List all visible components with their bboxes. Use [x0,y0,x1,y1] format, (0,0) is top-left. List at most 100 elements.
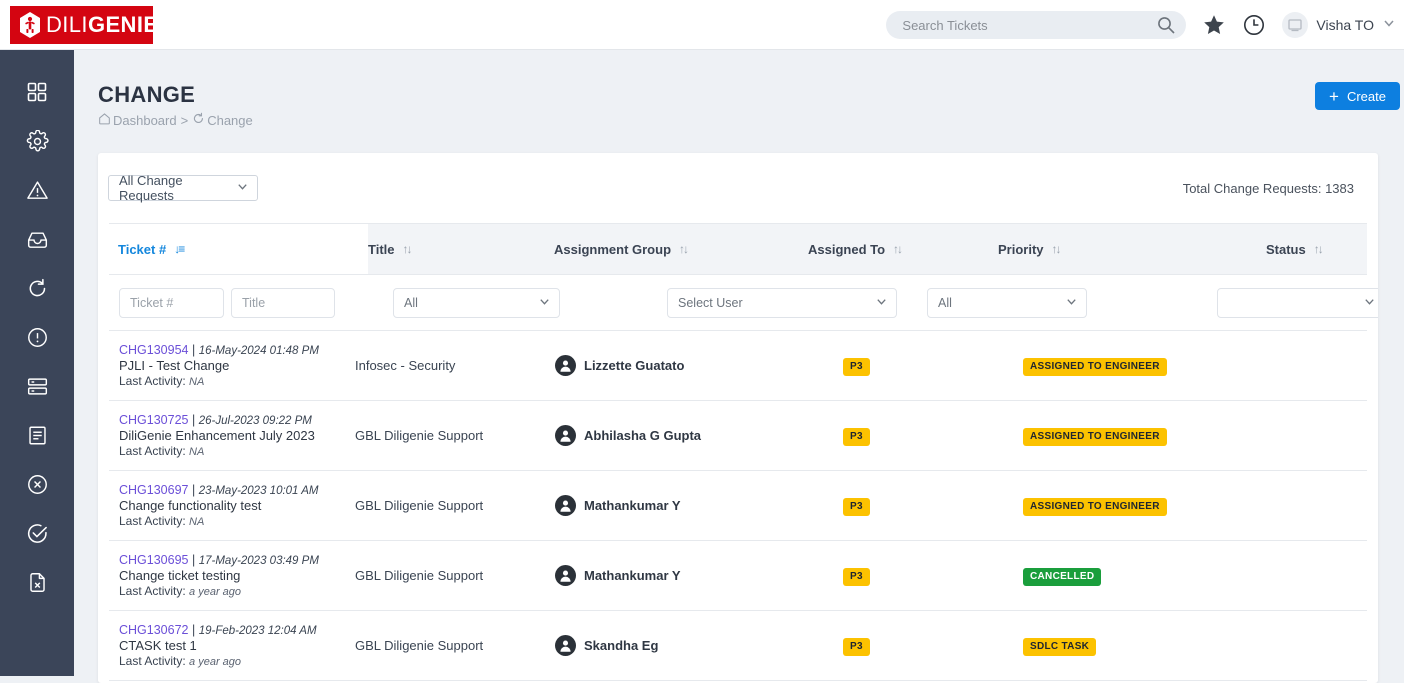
table-row[interactable]: CHG130672 | 19-Feb-2023 12:04 AM CTASK t… [109,611,1367,681]
column-header-assignment-group[interactable]: Assignment Group ↑↓ [554,224,808,274]
last-activity-value: NA [189,376,204,388]
view-select[interactable]: All Change Requests [108,175,258,201]
last-activity: Last Activity: NA [119,514,371,528]
last-activity: Last Activity: NA [119,374,371,388]
sidebar-item-dashboard[interactable] [15,78,59,106]
app-header: DILIGENIE [0,0,1404,50]
ticket-line: CHG130672 | 19-Feb-2023 12:04 AM [119,623,371,637]
column-header-priority[interactable]: Priority ↑↓ [998,224,1266,274]
main-content: CHANGE Dashboard > Change [74,50,1404,676]
ticket-line: CHG130697 | 23-May-2023 10:01 AM [119,483,371,497]
sidebar-item-reports[interactable] [15,568,59,596]
column-header-assigned-to[interactable]: Assigned To ↑↓ [808,224,998,274]
sidebar-item-cancelled[interactable] [15,470,59,498]
cell-status: ASSIGNED TO ENGINEER [1021,356,1289,376]
star-icon[interactable] [1202,13,1226,37]
ticket-number-link[interactable]: CHG130725 [119,413,189,427]
sidebar-item-incident[interactable] [15,176,59,204]
chevron-down-icon[interactable] [1382,16,1396,35]
search-box[interactable] [886,11,1186,39]
last-activity-label: Last Activity: [119,584,186,598]
create-button[interactable]: + Create [1315,82,1400,110]
search-icon[interactable] [1156,15,1176,35]
assignee-name: Lizzette Guatato [584,358,684,373]
breadcrumb-dashboard[interactable]: Dashboard [98,112,177,128]
cell-ticket: CHG130954 | 16-May-2024 01:48 PM PJLI - … [109,343,371,388]
cell-ticket: CHG130695 | 17-May-2023 03:49 PM Change … [109,553,371,598]
filter-priority-value: All [938,296,952,310]
sidebar-item-assets[interactable] [15,372,59,400]
table-row[interactable]: CHG130695 | 17-May-2023 03:49 PM Change … [109,541,1367,611]
ticket-date: 23-May-2023 10:01 AM [199,485,319,497]
cell-actions [1289,634,1378,658]
priority-badge: P3 [843,498,870,516]
ticket-date: 17-May-2023 03:49 PM [199,555,319,567]
cell-actions [1289,494,1378,518]
filter-assigned-to-select[interactable]: Select User [667,288,897,318]
column-header-title[interactable]: Title ↑↓ [368,224,554,274]
filter-ticket-input[interactable] [119,288,224,318]
sort-icon[interactable]: ↑↓ [893,242,901,256]
breadcrumb-separator: > [181,113,189,128]
ticket-title: Change ticket testing [119,568,371,583]
ticket-number-link[interactable]: CHG130672 [119,623,189,637]
sidebar-item-problem[interactable] [15,323,59,351]
table-row[interactable]: CHG130725 | 26-Jul-2023 09:22 PM DiliGen… [109,401,1367,471]
column-header-ticket[interactable]: Ticket # ↓≡ [106,224,368,274]
ticket-number-link[interactable]: CHG130954 [119,343,189,357]
home-icon [98,112,111,128]
cell-priority: P3 [841,566,1031,586]
ticket-title: PJLI - Test Change [119,358,371,373]
filter-title-input[interactable] [231,288,335,318]
filter-priority-select[interactable]: All [927,288,1087,318]
cell-ticket: CHG130672 | 19-Feb-2023 12:04 AM CTASK t… [109,623,371,668]
column-header-title-label: Title [368,242,395,257]
sidebar-item-knowledge[interactable] [15,421,59,449]
ticket-separator: | [192,553,195,567]
header-actions: Visha TO [886,0,1404,50]
priority-badge: P3 [843,568,870,586]
sidebar-item-approvals[interactable] [15,519,59,547]
ticket-date: 16-May-2024 01:48 PM [199,345,319,357]
cell-assigned-to: Abhilasha G Gupta [555,425,809,446]
ticket-number-link[interactable]: CHG130695 [119,553,189,567]
table-row[interactable]: CHG130954 | 16-May-2024 01:48 PM PJLI - … [109,331,1367,401]
sort-icon[interactable]: ↑↓ [679,242,687,256]
ticket-number-link[interactable]: CHG130697 [119,483,189,497]
user-menu[interactable]: Visha TO [1282,12,1396,38]
priority-badge: P3 [843,428,870,446]
filter-assignment-group-select[interactable]: All [393,288,560,318]
table-row[interactable]: CHG130697 | 23-May-2023 10:01 AM Change … [109,471,1367,541]
last-activity-value: a year ago [189,656,241,668]
logo-text-dili: DILI [46,12,88,37]
sort-icon[interactable]: ↑↓ [1314,242,1322,256]
sort-desc-icon[interactable]: ↓≡ [174,242,183,256]
assignee-name: Mathankumar Y [584,568,681,583]
sidebar-item-requests[interactable] [15,225,59,253]
column-header-status-label: Status [1266,242,1306,257]
logo-wordmark: DILIGENIE [46,12,158,38]
view-select-value: All Change Requests [119,173,236,203]
column-header-status[interactable]: Status ↑↓ [1266,224,1364,274]
page-header: CHANGE Dashboard > Change [74,50,1404,128]
breadcrumb-change-label: Change [207,113,253,128]
clock-icon[interactable] [1242,13,1266,37]
sort-icon[interactable]: ↑↓ [403,242,411,256]
search-input[interactable] [902,18,1156,33]
sidebar-item-change[interactable] [15,274,59,302]
avatar [1282,12,1308,38]
filter-status-select[interactable] [1217,288,1378,318]
priority-badge: P3 [843,638,870,656]
app-logo[interactable]: DILIGENIE [10,6,153,44]
breadcrumb: Dashboard > Change [98,112,1404,128]
cell-actions [1289,424,1378,448]
ticket-date: 19-Feb-2023 12:04 AM [199,625,317,637]
user-avatar-icon [555,495,576,516]
sidebar-item-settings[interactable] [15,127,59,155]
plus-icon: + [1329,88,1339,105]
last-activity-value: a year ago [189,586,241,598]
chevron-down-icon [1363,295,1376,311]
user-avatar-icon [555,635,576,656]
sort-icon[interactable]: ↑↓ [1052,242,1060,256]
breadcrumb-change[interactable]: Change [192,112,253,128]
